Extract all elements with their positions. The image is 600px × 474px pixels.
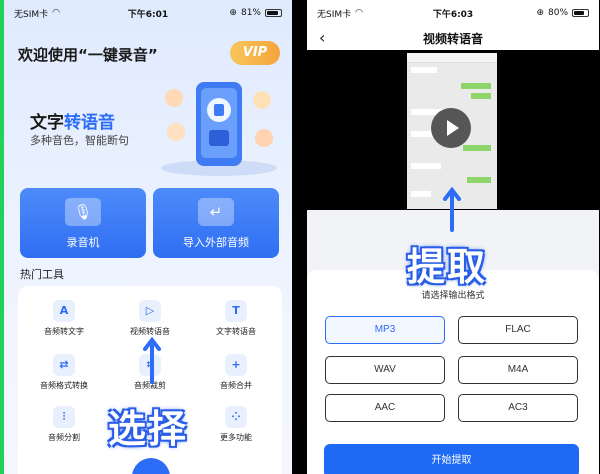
tool-label: 音频合并 [220,381,252,390]
vip-badge[interactable]: VIP [230,41,280,65]
wifi-icon: ◠ [355,8,363,18]
video-to-audio-screen: 无SIM卡 ◠ 下午6:03 ⊕ 80% ‹ 视频转语音 提取 请选择输出格式 … [307,0,599,474]
more-icon: ⁘ [225,406,247,428]
up-arrow-icon [143,336,161,384]
format-hint: 请选择输出格式 [421,291,485,301]
format-option-ac3[interactable]: AC3 [458,394,578,422]
lock-rotation-icon: ⊕ [229,8,237,18]
status-time: 下午6:03 [432,9,474,20]
format-option-aac[interactable]: AAC [325,394,445,422]
welcome-title: 欢迎使用“一键录音” [18,46,158,64]
tool-audio-to-text[interactable]: A 音频转文字 [24,300,104,337]
import-card-label: 导入外部音频 [183,236,249,249]
format-convert-icon: ⇄ [53,354,75,376]
hero-title-accent: 转语音 [64,113,115,133]
tool-label: 音频格式转换 [40,381,88,390]
status-bar: 无SIM卡 ◠ 下午6:03 ⊕ 80% [307,0,599,26]
start-extract-button[interactable]: 开始提取 [324,444,579,474]
hot-tools-title: 热门工具 [20,268,64,281]
format-option-flac[interactable]: FLAC [458,316,578,344]
hero-subtitle: 多种音色，智能断句 [30,134,129,147]
up-arrow-icon [443,186,461,232]
play-icon[interactable] [431,108,471,148]
format-option-mp3[interactable]: MP3 [325,316,445,344]
battery-percent: 80% [548,8,569,18]
battery-percent: 81% [240,8,261,18]
home-screen: 无SIM卡 ◠ 下午6:01 ⊕ 81% 欢迎使用“一键录音” VIP 文字转语… [0,0,292,474]
status-time: 下午6:01 [127,9,169,20]
carrier-label: 无SIM卡 [14,9,49,20]
page-title: 视频转语音 [422,32,483,46]
extract-overlay-text: 提取 [407,245,488,289]
wifi-icon: ◠ [52,8,60,18]
recorder-card[interactable]: 🎙 录音机 [20,188,146,258]
format-option-wav[interactable]: WAV [325,356,445,384]
tool-format-convert[interactable]: ⇄ 音频格式转换 [24,354,104,391]
import-audio-card[interactable]: ↵ 导入外部音频 [153,188,279,258]
lock-rotation-icon: ⊕ [536,8,544,18]
tool-label: 音频转文字 [44,327,84,336]
import-icon: ↵ [198,198,234,226]
tool-text-to-speech[interactable]: T 文字转语音 [196,300,276,337]
video-to-audio-icon: ▷ [139,300,161,322]
tool-label: 文字转语音 [216,327,256,336]
merge-icon: + [225,354,247,376]
tool-video-to-audio[interactable]: ▷ 视频转语音 [110,300,190,337]
tool-split[interactable]: ⫶ 音频分割 [24,406,104,443]
hero-illustration [161,82,277,176]
status-bar: 无SIM卡 ◠ 下午6:01 ⊕ 81% [4,0,292,26]
hero-title: 文字转语音 [30,108,115,133]
thumbnail-header [407,53,497,63]
format-option-m4a[interactable]: M4A [458,356,578,384]
tool-more[interactable]: ⁘ 更多功能 [196,406,276,443]
tool-label: 音频分割 [48,433,80,442]
hero-title-plain: 文字 [30,113,64,133]
text-to-speech-icon: T [225,300,247,322]
microphone-icon: 🎙 [65,198,101,226]
split-icon: ⫶ [53,406,75,428]
tool-label: 更多功能 [220,433,252,442]
battery-icon [572,9,590,17]
carrier-label: 无SIM卡 [317,9,352,20]
select-overlay-text: 选择 [108,407,189,451]
tool-merge[interactable]: + 音频合并 [196,354,276,391]
battery-icon [264,9,282,17]
recorder-card-label: 录音机 [66,236,100,249]
nav-bar: ‹ 视频转语音 [307,26,599,50]
audio-to-text-icon: A [53,300,75,322]
